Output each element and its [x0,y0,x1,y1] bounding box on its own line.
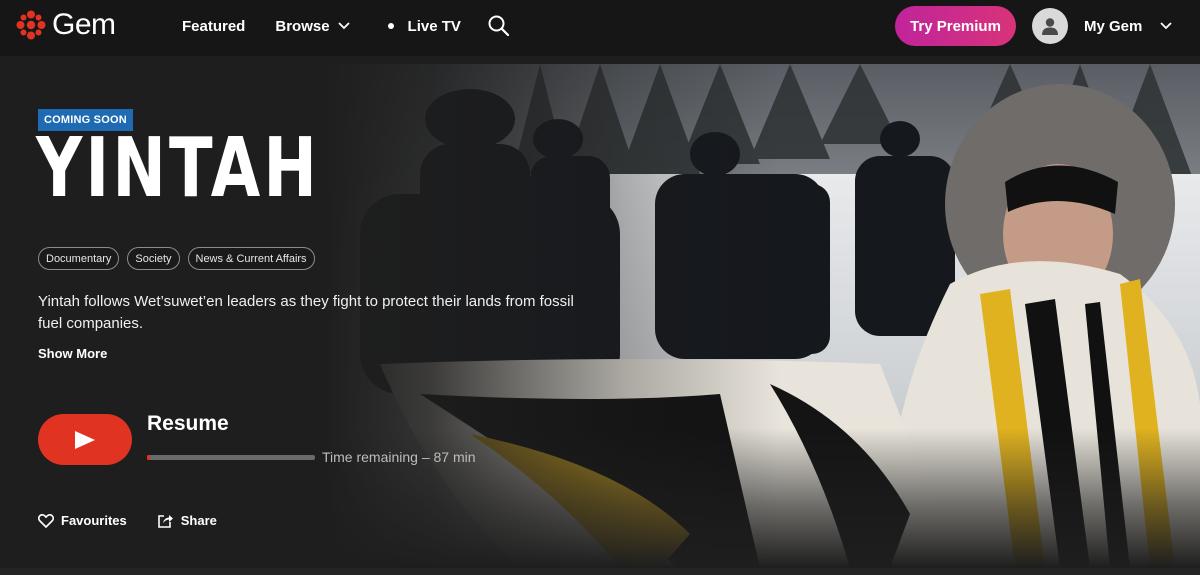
gem-logo[interactable]: Gem [16,10,116,40]
live-dot-icon [387,23,394,29]
tag-documentary[interactable]: Documentary [38,247,120,270]
logo-text: Gem [52,8,116,41]
share-label: Share [180,513,217,528]
account-menu[interactable]: My Gem [1032,6,1172,46]
share-button[interactable]: Share [157,513,217,528]
nav-live-tv-label: Live TV [407,17,461,35]
search-icon [488,15,510,37]
nav-live-tv[interactable]: Live TV [387,17,461,35]
watch-progress-fill [147,455,151,460]
try-premium-button[interactable]: Try Premium [895,6,1016,46]
show-more-button[interactable]: Show More [38,346,107,361]
nav-featured-label: Featured [182,17,246,35]
nav-browse-label: Browse [275,17,330,35]
search-button[interactable] [487,14,511,38]
play-button[interactable] [38,414,132,465]
chevron-down-icon [337,22,350,30]
cbc-gem-logo-icon [16,10,46,40]
main-nav: Featured Browse Live TV [182,0,461,52]
chevron-down-icon [1160,22,1172,30]
show-title: YINTAH [36,121,321,216]
favourites-label: Favourites [61,513,127,528]
user-avatar-icon [1042,18,1058,35]
watch-progress-bar [147,455,315,460]
genre-tags: Documentary Society News & Current Affai… [38,247,315,270]
heart-icon [38,513,54,528]
resume-label: Resume [147,412,229,435]
hero-bottom-fade [0,428,1200,568]
tag-society[interactable]: Society [127,247,180,270]
avatar [1032,8,1068,44]
nav-featured[interactable]: Featured [182,18,245,35]
hero-banner: COMING SOON YINTAH Documentary Society N… [0,64,1200,568]
play-icon [75,430,95,449]
share-icon [157,515,173,528]
nav-browse[interactable]: Browse [275,17,350,35]
tag-news-current-affairs[interactable]: News & Current Affairs [187,247,315,270]
account-label: My Gem [1084,17,1143,35]
top-navigation-bar: Gem Featured Browse Live TV Try Premium … [0,0,1200,56]
time-remaining: Time remaining – 87 min [322,449,476,465]
favourites-button[interactable]: Favourites [38,513,127,528]
content-row-edge [0,568,1200,575]
show-description: Yintah follows Wet’suwet’en leaders as t… [38,293,574,332]
gem-page: COMING SOON YINTAH Documentary Society N… [0,0,1200,575]
action-bar: Favourites Share [38,513,217,528]
